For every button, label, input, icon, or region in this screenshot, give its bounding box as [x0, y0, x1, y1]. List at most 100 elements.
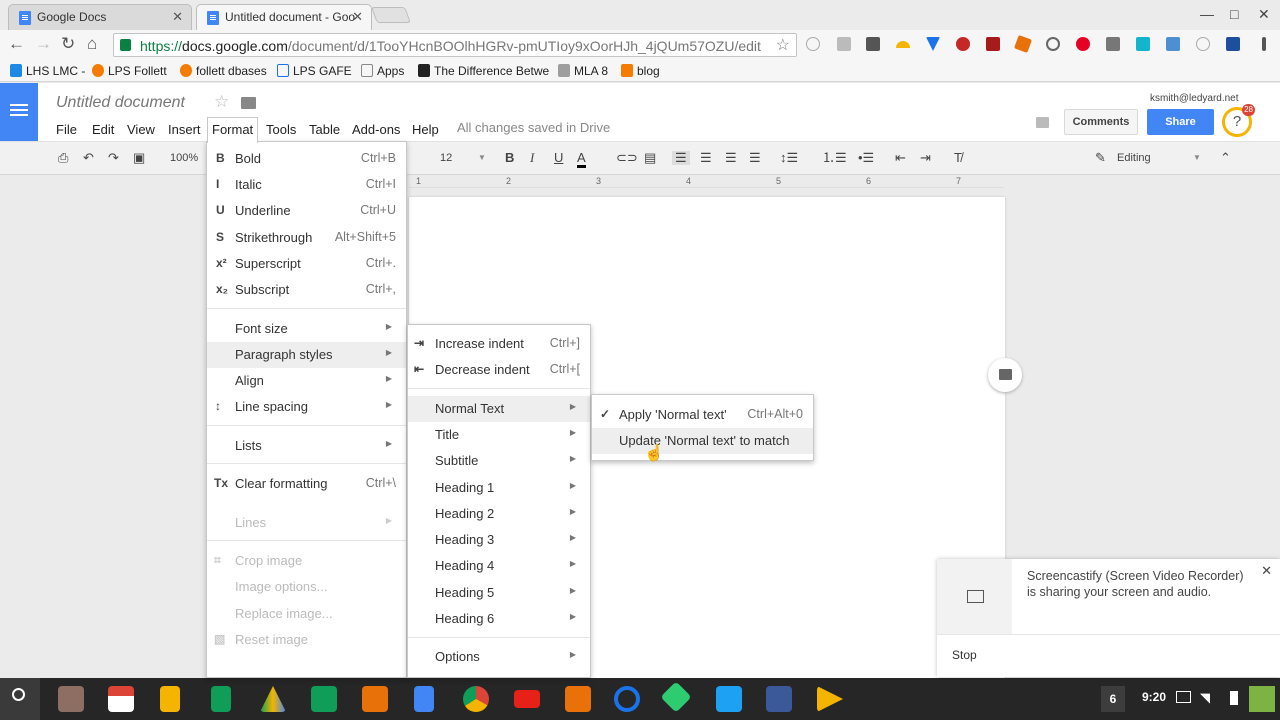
- collapse-icon[interactable]: ⌃: [1220, 151, 1231, 165]
- tab-google-docs[interactable]: Google Docs ✕: [8, 4, 192, 30]
- folder-icon[interactable]: [241, 97, 256, 109]
- extension-icon[interactable]: [1166, 37, 1180, 51]
- menu-item-paragraph-styles[interactable]: Paragraph styles ▶: [207, 342, 406, 368]
- menu-item-normal-text[interactable]: Normal Text ▶: [408, 396, 590, 422]
- menu-item-heading-6[interactable]: Heading 6 ▶: [408, 606, 590, 632]
- extension-icon[interactable]: [806, 37, 820, 51]
- tab-untitled-document[interactable]: Untitled document - Goo ✕: [196, 4, 372, 30]
- docs-home-icon[interactable]: [0, 83, 38, 141]
- bookmark[interactable]: The Difference Betwe: [418, 64, 549, 78]
- extension-icon[interactable]: [1136, 37, 1150, 51]
- menu-add-ons[interactable]: Add-ons: [348, 120, 404, 139]
- zoom-select[interactable]: 100%: [170, 151, 198, 165]
- menu-item-heading-3[interactable]: Heading 3 ▶: [408, 527, 590, 553]
- comment-icon[interactable]: ▤: [644, 151, 656, 165]
- chevron-down-icon[interactable]: ▼: [478, 151, 486, 165]
- address-bar[interactable]: https://docs.google.com/document/d/1TooY…: [113, 33, 797, 57]
- close-icon[interactable]: ✕: [1261, 563, 1272, 579]
- maximize-icon[interactable]: □: [1230, 6, 1238, 22]
- underline-icon[interactable]: U: [554, 151, 563, 165]
- app-icon[interactable]: [614, 686, 640, 712]
- align-justify-icon[interactable]: ☰: [749, 151, 761, 165]
- extension-icon[interactable]: [986, 37, 1000, 51]
- increase-indent-icon[interactable]: ⇥: [920, 151, 931, 165]
- bookmark[interactable]: Apps: [361, 64, 404, 78]
- app-icon[interactable]: [362, 686, 388, 712]
- play-icon[interactable]: [817, 686, 843, 712]
- menu-item-strikethrough[interactable]: S Strikethrough Alt+Shift+5: [207, 225, 406, 251]
- reload-icon[interactable]: ↻: [61, 35, 75, 53]
- comment-icon[interactable]: [1036, 117, 1049, 128]
- menu-format[interactable]: Format: [207, 117, 259, 143]
- font-size-select[interactable]: 12: [440, 151, 452, 165]
- stop-sharing-button[interactable]: Stop: [937, 634, 1280, 677]
- menu-insert[interactable]: Insert: [164, 120, 205, 139]
- paint-format-icon[interactable]: ▣: [133, 151, 145, 165]
- bookmark[interactable]: LPS Follett: [92, 64, 167, 78]
- close-icon[interactable]: ✕: [352, 9, 363, 25]
- menu-item-italic[interactable]: I Italic Ctrl+I: [207, 172, 406, 198]
- comments-button[interactable]: Comments: [1064, 109, 1138, 135]
- classroom-icon[interactable]: [311, 686, 337, 712]
- bookmark-star-icon[interactable]: ☆: [776, 35, 790, 55]
- share-button[interactable]: Share: [1147, 109, 1214, 135]
- menu-item-heading-5[interactable]: Heading 5 ▶: [408, 580, 590, 606]
- menu-file[interactable]: File: [52, 120, 81, 139]
- menu-help[interactable]: Help: [408, 120, 443, 139]
- extension-icon[interactable]: [1196, 37, 1210, 51]
- launcher-search-icon[interactable]: [0, 678, 40, 720]
- browser-menu-icon[interactable]: [1262, 37, 1266, 51]
- menu-item-line-spacing[interactable]: ↕ Line spacing ▶: [207, 394, 406, 420]
- minimize-icon[interactable]: —: [1200, 6, 1214, 22]
- app-icon[interactable]: [58, 686, 84, 712]
- menu-item-bold[interactable]: B Bold Ctrl+B: [207, 146, 406, 172]
- ruler[interactable]: 1 2 3 4 5 6 7: [409, 175, 1004, 188]
- feedly-icon[interactable]: [660, 681, 692, 713]
- sheets-icon[interactable]: [211, 686, 231, 712]
- menu-item-clear-formatting[interactable]: Tx Clear formatting Ctrl+\: [207, 471, 406, 497]
- extension-icon[interactable]: [1106, 37, 1120, 51]
- line-spacing-icon[interactable]: ↕☰: [780, 151, 798, 165]
- wifi-icon[interactable]: ◥: [1200, 690, 1210, 706]
- menu-tools[interactable]: Tools: [262, 120, 300, 139]
- clear-formatting-icon[interactable]: T̸: [954, 151, 962, 165]
- italic-icon[interactable]: I: [530, 151, 534, 165]
- extension-icon[interactable]: [1226, 37, 1240, 51]
- extension-icon[interactable]: [896, 41, 910, 48]
- bookmark[interactable]: LHS LMC -: [10, 64, 85, 78]
- star-icon[interactable]: ☆: [214, 92, 229, 112]
- youtube-icon[interactable]: [514, 690, 540, 708]
- editing-mode-select[interactable]: Editing: [1117, 151, 1151, 165]
- text-color-icon[interactable]: A: [577, 151, 586, 168]
- bookmark[interactable]: MLA 8: [558, 64, 608, 78]
- menu-item-increase-indent[interactable]: ⇥ Increase indent Ctrl+]: [408, 331, 590, 357]
- align-center-icon[interactable]: ☰: [700, 151, 712, 165]
- align-left-icon[interactable]: ☰: [672, 151, 690, 165]
- bookmark[interactable]: LPS GAFE: [277, 64, 352, 78]
- menu-item-heading-1[interactable]: Heading 1 ▶: [408, 475, 590, 501]
- bulleted-list-icon[interactable]: •☰: [858, 151, 874, 165]
- drive-icon[interactable]: [260, 686, 286, 712]
- avatar[interactable]: ? 28: [1222, 104, 1255, 137]
- bold-icon[interactable]: B: [505, 151, 514, 165]
- menu-item-apply-normal-text[interactable]: ✓ Apply 'Normal text' Ctrl+Alt+0: [592, 402, 813, 428]
- redo-icon[interactable]: ↷: [108, 151, 119, 165]
- chevron-down-icon[interactable]: ▼: [1193, 151, 1201, 165]
- menu-item-heading-4[interactable]: Heading 4 ▶: [408, 553, 590, 579]
- close-icon[interactable]: ✕: [172, 9, 183, 25]
- undo-icon[interactable]: ↶: [83, 151, 94, 165]
- menu-item-underline[interactable]: U Underline Ctrl+U: [207, 198, 406, 224]
- menu-item-superscript[interactable]: x² Superscript Ctrl+.: [207, 251, 406, 277]
- battery-icon[interactable]: [1230, 691, 1238, 705]
- bookmark[interactable]: follett dbases: [180, 64, 267, 78]
- extension-icon[interactable]: [956, 37, 970, 51]
- menu-item-update-normal-text-to-match[interactable]: Update 'Normal text' to match: [592, 428, 813, 454]
- save-status[interactable]: All changes saved in Drive: [457, 120, 610, 135]
- menu-item-align[interactable]: Align ▶: [207, 368, 406, 394]
- slides-icon[interactable]: [160, 686, 180, 712]
- gmail-icon[interactable]: [108, 686, 134, 712]
- pinterest-icon[interactable]: [1076, 37, 1090, 51]
- print-icon[interactable]: ⎙: [58, 151, 68, 165]
- bookmark[interactable]: blog: [621, 64, 660, 78]
- home-icon[interactable]: ⌂: [87, 35, 97, 53]
